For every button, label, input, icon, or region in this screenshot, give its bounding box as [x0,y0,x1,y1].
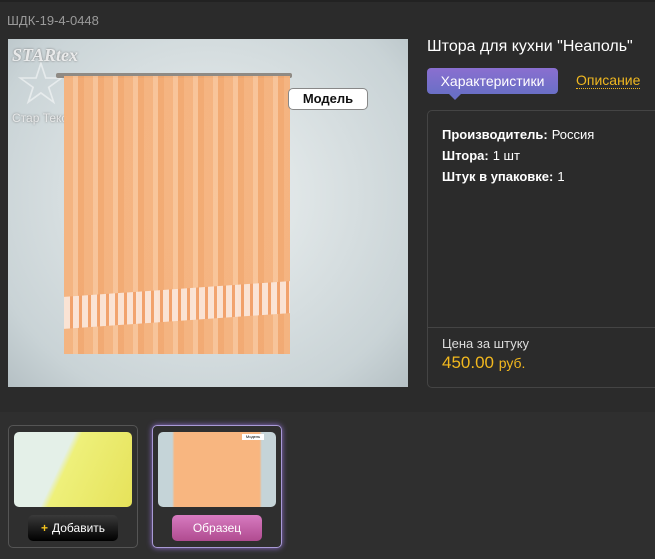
price-currency: руб. [498,355,526,371]
spec-label: Производитель: [442,127,548,142]
spec-row: Штук в упаковке: 1 [442,169,565,184]
spec-row: Штора: 1 шт [442,148,520,163]
watermark: STARtex [12,45,79,65]
thumb-image[interactable] [14,432,132,507]
product-photo[interactable]: ☆ STARtex Стар Текс Модель [8,39,408,387]
specs-panel: Производитель: Россия Штора: 1 шт Штук в у… [427,110,655,388]
thumb-card[interactable]: + Добавить [8,425,138,548]
thumb-card-selected[interactable]: Модель Образец [152,425,282,548]
tab-characteristics[interactable]: Характеристики [427,68,558,100]
sample-button[interactable]: Образец [172,515,262,541]
spec-label: Штук в упаковке: [442,169,554,184]
spec-value: Россия [551,127,595,142]
thumb-badge: Модель [242,434,264,440]
tab-description[interactable]: Описание [576,72,641,89]
price-label: Цена за штуку [442,336,530,351]
divider [428,327,655,328]
plus-icon: + [40,521,48,535]
price: 450.00 руб. [442,353,525,373]
spec-label: Штора: [442,148,489,163]
price-value: 450.00 [442,353,494,372]
add-button-label: Добавить [51,521,106,535]
product-title: Штора для кухни "Неаполь" [427,38,633,55]
thumb-image[interactable]: Модель [158,432,276,507]
spec-value: 1 [557,169,565,184]
spec-row: Производитель: Россия [442,127,594,142]
product-sku: ШДК-19-4-0448 [7,13,99,28]
watermark-sub: Стар Текс [12,111,68,125]
add-button[interactable]: + Добавить [28,515,118,541]
model-badge: Модель [288,88,368,110]
spec-value: 1 шт [492,148,520,163]
product-section: ШДК-19-4-0448 ☆ STARtex Стар Текс Модель… [0,0,655,412]
